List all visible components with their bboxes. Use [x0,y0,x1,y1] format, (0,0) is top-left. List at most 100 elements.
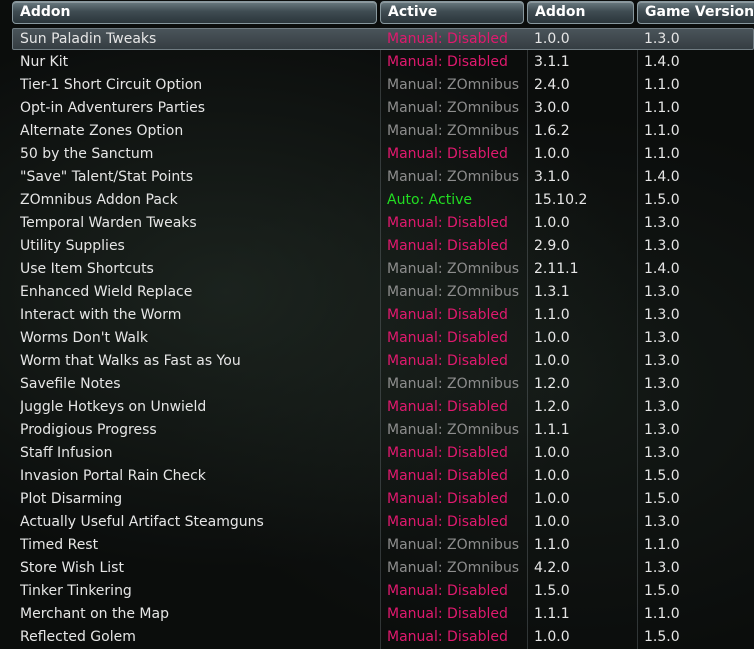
addon-version: 1.0.0 [534,31,570,47]
addon-version: 1.0.0 [534,468,570,484]
addon-row[interactable]: Utility Supplies Manual: Disabled 2.9.0 1.3… [0,235,754,258]
game-version: 1.5.0 [644,491,680,507]
addon-name: Interact with the Worm [20,307,182,323]
addon-status: Manual: Disabled [387,399,508,415]
addon-version: 2.11.1 [534,261,579,277]
game-version: 1.3.0 [644,353,680,369]
column-header-addon-version[interactable]: Addon [527,1,634,24]
addon-row[interactable]: Store Wish List Manual: ZOmnibus 4.2.0 1.3.… [0,557,754,580]
addon-status: Manual: Disabled [387,606,508,622]
addon-version: 2.9.0 [534,238,570,254]
game-version: 1.1.0 [644,146,680,162]
table-header: Addon Active Addon Game Version [0,0,754,26]
game-version: 1.1.0 [644,537,680,553]
addon-status: Manual: Disabled [387,468,508,484]
addon-name: Alternate Zones Option [20,123,184,139]
game-version: 1.3.0 [644,445,680,461]
column-header-addon-name[interactable]: Addon [12,1,377,24]
addon-row[interactable]: Nur Kit Manual: Disabled 3.1.1 1.4.0 [0,51,754,74]
addon-row[interactable]: Interact with the Worm Manual: Disabled 1.… [0,304,754,327]
addon-row[interactable]: Worm that Walks as Fast as You Manual: Di… [0,350,754,373]
addon-version: 3.0.0 [534,100,570,116]
addon-name: Reflected Golem [20,629,136,645]
addon-status: Manual: ZOmnibus [387,422,520,438]
addon-version: 1.6.2 [534,123,570,139]
addon-name: Utility Supplies [20,238,125,254]
addon-status: Manual: ZOmnibus [387,560,520,576]
addon-row[interactable]: Use Item Shortcuts Manual: ZOmnibus 2.11.1… [0,258,754,281]
addon-status: Manual: Disabled [387,307,508,323]
addon-row[interactable]: Staff Infusion Manual: Disabled 1.0.0 1.3.0 [0,442,754,465]
addon-row[interactable]: Invasion Portal Rain Check Manual: Disabl… [0,465,754,488]
column-header-active[interactable]: Active [380,1,524,24]
addon-version: 1.0.0 [534,514,570,530]
addon-row[interactable]: Plot Disarming Manual: Disabled 1.0.0 1.5.0 [0,488,754,511]
addon-version: 2.4.0 [534,77,570,93]
addon-version: 1.0.0 [534,491,570,507]
addon-row[interactable]: Actually Useful Artifact Steamguns Manual… [0,511,754,534]
game-version: 1.3.0 [644,215,680,231]
addon-status: Manual: Disabled [387,31,508,47]
addon-name: Temporal Warden Tweaks [20,215,197,231]
addon-status: Manual: Disabled [387,54,508,70]
addon-status: Manual: Disabled [387,514,508,530]
addon-row[interactable]: Timed Rest Manual: ZOmnibus 1.1.0 1.1.0 [0,534,754,557]
addon-version: 1.0.0 [534,330,570,346]
addon-version: 1.0.0 [534,629,570,645]
addon-version: 1.1.0 [534,307,570,323]
addon-name: Staff Infusion [20,445,113,461]
game-version: 1.1.0 [644,123,680,139]
addon-row[interactable]: Worms Don't Walk Manual: Disabled 1.0.0 1.3… [0,327,754,350]
column-header-game-version[interactable]: Game Version [637,1,754,24]
addon-row[interactable]: Tinker Tinkering Manual: Disabled 1.5.0 1.5… [0,580,754,603]
addon-name: Tier-1 Short Circuit Option [20,77,203,93]
addon-row[interactable]: Juggle Hotkeys on Unwield Manual: Disable… [0,396,754,419]
addon-name: Invasion Portal Rain Check [20,468,206,484]
addon-status: Manual: ZOmnibus [387,123,520,139]
addon-row[interactable]: Prodigious Progress Manual: ZOmnibus 1.1.1… [0,419,754,442]
addon-status: Manual: ZOmnibus [387,376,520,392]
addon-status: Manual: Disabled [387,629,508,645]
addon-row[interactable]: Enhanced Wield Replace Manual: ZOmnibus 1.… [0,281,754,304]
addon-status: Manual: ZOmnibus [387,284,520,300]
addon-status: Manual: Disabled [387,330,508,346]
addon-name: "Save" Talent/Stat Points [20,169,194,185]
addon-row[interactable]: 50 by the Sanctum Manual: Disabled 1.0.0 1.… [0,143,754,166]
addon-row[interactable]: Reflected Golem Manual: Disabled 1.0.0 1.5.… [0,626,754,649]
addon-status: Manual: ZOmnibus [387,537,520,553]
addon-version: 3.1.0 [534,169,570,185]
addon-version: 1.2.0 [534,376,570,392]
addon-name: Worm that Walks as Fast as You [20,353,241,369]
addon-row[interactable]: Opt-in Adventurers Parties Manual: ZOmnib… [0,97,754,120]
addon-version: 1.0.0 [534,146,570,162]
addon-row[interactable]: Sun Paladin Tweaks Manual: Disabled 1.0.0 1… [0,28,754,51]
addon-row[interactable]: Savefile Notes Manual: ZOmnibus 1.2.0 1.3.0 [0,373,754,396]
addon-version: 1.3.1 [534,284,570,300]
addon-row[interactable]: ZOmnibus Addon Pack Auto: Active 15.10.2 1.… [0,189,754,212]
addon-row[interactable]: Merchant on the Map Manual: Disabled 1.1.1… [0,603,754,626]
game-version: 1.5.0 [644,629,680,645]
addon-row[interactable]: Tier-1 Short Circuit Option Manual: ZOmni… [0,74,754,97]
addon-name: Worms Don't Walk [20,330,149,346]
addon-row[interactable]: "Save" Talent/Stat Points Manual: ZOmnibu… [0,166,754,189]
addon-status: Manual: Disabled [387,146,508,162]
game-version: 1.3.0 [644,330,680,346]
addon-name: Prodigious Progress [20,422,157,438]
addon-version: 1.2.0 [534,399,570,415]
addon-name: Nur Kit [20,54,69,70]
addon-name: Opt-in Adventurers Parties [20,100,206,116]
addon-name: Tinker Tinkering [20,583,132,599]
addon-version: 4.2.0 [534,560,570,576]
addon-name: ZOmnibus Addon Pack [20,192,178,208]
addon-name: Savefile Notes [20,376,121,392]
addon-name: Plot Disarming [20,491,123,507]
addon-name: Sun Paladin Tweaks [20,31,157,47]
addon-row[interactable]: Temporal Warden Tweaks Manual: Disabled 1.… [0,212,754,235]
addon-status: Manual: ZOmnibus [387,100,520,116]
game-version: 1.1.0 [644,606,680,622]
addon-version: 15.10.2 [534,192,588,208]
addon-row[interactable]: Alternate Zones Option Manual: ZOmnibus 1.… [0,120,754,143]
game-version: 1.5.0 [644,583,680,599]
addon-status: Manual: Disabled [387,353,508,369]
addon-name: Merchant on the Map [20,606,169,622]
